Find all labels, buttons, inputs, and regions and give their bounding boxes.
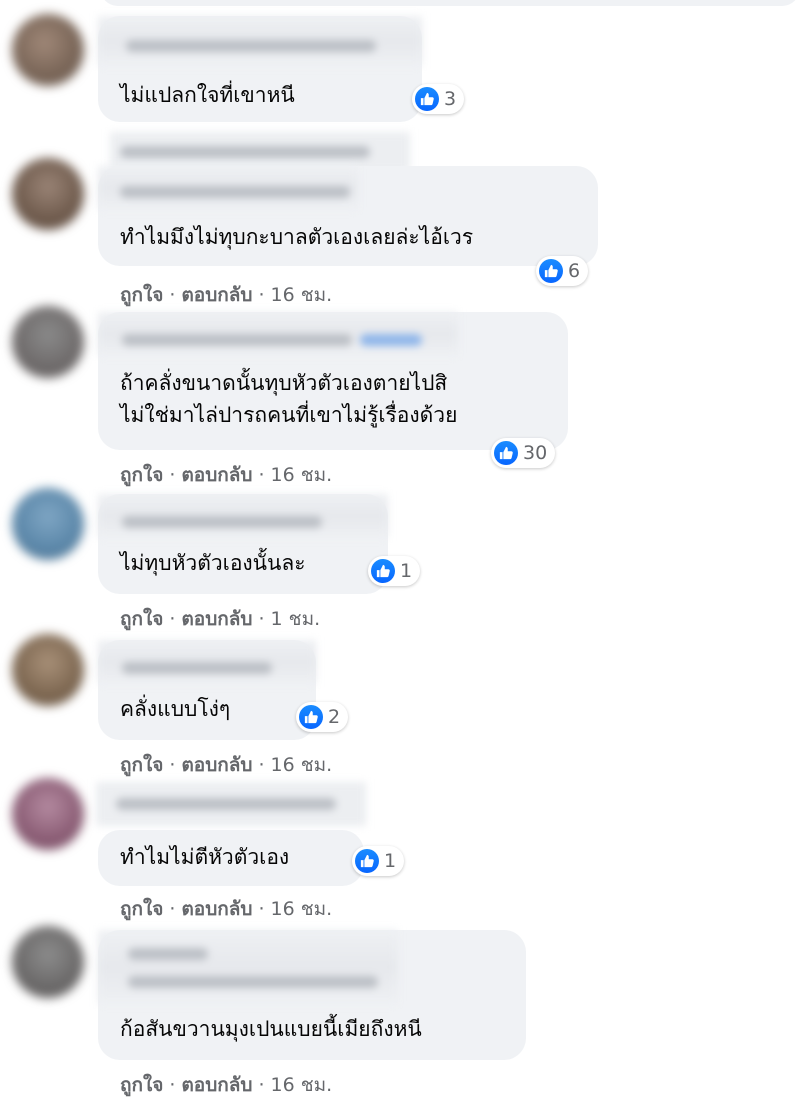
- previous-comment-bubble: [100, 0, 800, 6]
- comment-text: ไม่แปลกใจที่เขาหนี: [120, 83, 295, 107]
- comment-timestamp[interactable]: 16 ชม.: [271, 1074, 333, 1096]
- reaction-count-badge[interactable]: 30: [491, 438, 556, 468]
- reaction-count: 2: [328, 706, 341, 728]
- comment-actions: ถูกใจ · ตอบกลับ · 16 ชม.: [120, 1074, 333, 1096]
- reply-action-link[interactable]: ตอบกลับ: [181, 284, 252, 306]
- reply-action-link[interactable]: ตอบกลับ: [181, 898, 252, 920]
- like-action-link[interactable]: ถูกใจ: [120, 608, 163, 630]
- reply-action-link[interactable]: ตอบกลับ: [181, 464, 252, 486]
- avatar[interactable]: [12, 306, 84, 378]
- like-action-link[interactable]: ถูกใจ: [120, 1074, 163, 1096]
- avatar[interactable]: [12, 926, 84, 998]
- like-icon: [355, 849, 379, 873]
- like-action-link[interactable]: ถูกใจ: [120, 284, 163, 306]
- comment-bubble: ไม่ทุบหัวตัวเองนั้นละ: [98, 494, 388, 594]
- reaction-count: 6: [568, 260, 581, 282]
- comment-actions: ถูกใจ · ตอบกลับ · 16 ชม.: [120, 898, 333, 920]
- like-icon: [415, 87, 439, 111]
- comment-actions: ถูกใจ · ตอบกลับ · 16 ชม.: [120, 284, 333, 306]
- reply-action-link[interactable]: ตอบกลับ: [181, 608, 252, 630]
- reply-action-link[interactable]: ตอบกลับ: [181, 1074, 252, 1096]
- author-name-blurred[interactable]: [98, 930, 398, 1004]
- avatar[interactable]: [12, 634, 84, 706]
- author-name-blurred[interactable]: [98, 16, 422, 66]
- comment-bubble: ก้อสันขวานมุงเปนแบยนี้เมียถึงหนี: [98, 930, 526, 1060]
- comment-bubble: ทำไมมึงไม่ทุบกะบาลตัวเองเลยล่ะไอ้เวร: [98, 166, 598, 266]
- avatar[interactable]: [12, 778, 84, 850]
- comment-text: ทำไมมึงไม่ทุบกะบาลตัวเองเลยล่ะไอ้เวร: [120, 225, 474, 249]
- comment-actions: ถูกใจ · ตอบกลับ · 16 ชม.: [120, 754, 333, 776]
- like-action-link[interactable]: ถูกใจ: [120, 464, 163, 486]
- author-name-blurred[interactable]: [98, 640, 316, 684]
- avatar[interactable]: [12, 14, 84, 86]
- comment-text: ไม่ใช่มาไล่ปารถคนที่เขาไม่รู้เรื่องด้วย: [120, 403, 458, 427]
- author-name-blurred[interactable]: [96, 782, 366, 826]
- comment-bubble: คลั่งแบบโง่ๆ: [98, 640, 316, 740]
- reaction-count: 1: [400, 560, 413, 582]
- reply-action-link[interactable]: ตอบกลับ: [181, 754, 252, 776]
- like-icon: [494, 441, 518, 465]
- comment-timestamp[interactable]: 1 ชม.: [271, 608, 321, 630]
- author-name-blurred[interactable]: [98, 312, 458, 356]
- like-action-link[interactable]: ถูกใจ: [120, 754, 163, 776]
- comment-text: ไม่ทุบหัวตัวเองนั้นละ: [120, 551, 306, 575]
- comment-text: ถ้าคลั่งขนาดนั้นทุบหัวตัวเองตายไปสิ: [120, 371, 448, 395]
- comment-timestamp[interactable]: 16 ชม.: [271, 898, 333, 920]
- comment-timestamp[interactable]: 16 ชม.: [271, 284, 333, 306]
- comment-text: ก้อสันขวานมุงเปนแบยนี้เมียถึงหนี: [120, 1017, 422, 1041]
- reaction-count: 30: [523, 442, 548, 464]
- reaction-count-badge[interactable]: 1: [368, 556, 421, 586]
- comment-bubble: ทำไมไม่ตีหัวตัวเอง: [98, 830, 364, 886]
- reaction-count-badge[interactable]: 2: [296, 702, 349, 732]
- reaction-count-badge[interactable]: 1: [352, 846, 405, 876]
- like-action-link[interactable]: ถูกใจ: [120, 898, 163, 920]
- reaction-count-badge[interactable]: 6: [536, 256, 589, 286]
- comment-bubble: ถ้าคลั่งขนาดนั้นทุบหัวตัวเองตายไปสิ ไม่ใ…: [98, 312, 568, 450]
- comment-bubble: ไม่แปลกใจที่เขาหนี: [98, 16, 422, 122]
- reaction-count-badge[interactable]: 3: [412, 84, 465, 114]
- comment-timestamp[interactable]: 16 ชม.: [271, 754, 333, 776]
- comment-text: คลั่งแบบโง่ๆ: [120, 697, 231, 721]
- like-icon: [539, 259, 563, 283]
- reaction-count: 3: [444, 88, 457, 110]
- comment-timestamp[interactable]: 16 ชม.: [271, 464, 333, 486]
- like-icon: [371, 559, 395, 583]
- reaction-count: 1: [384, 850, 397, 872]
- author-name-blurred[interactable]: [98, 494, 388, 538]
- comment-actions: ถูกใจ · ตอบกลับ · 1 ชม.: [120, 608, 321, 630]
- comment-text: ทำไมไม่ตีหัวตัวเอง: [120, 845, 290, 869]
- like-icon: [299, 705, 323, 729]
- author-name-blurred[interactable]: [98, 166, 358, 210]
- comment-actions: ถูกใจ · ตอบกลับ · 16 ชม.: [120, 464, 333, 486]
- avatar[interactable]: [12, 158, 84, 230]
- avatar[interactable]: [12, 488, 84, 560]
